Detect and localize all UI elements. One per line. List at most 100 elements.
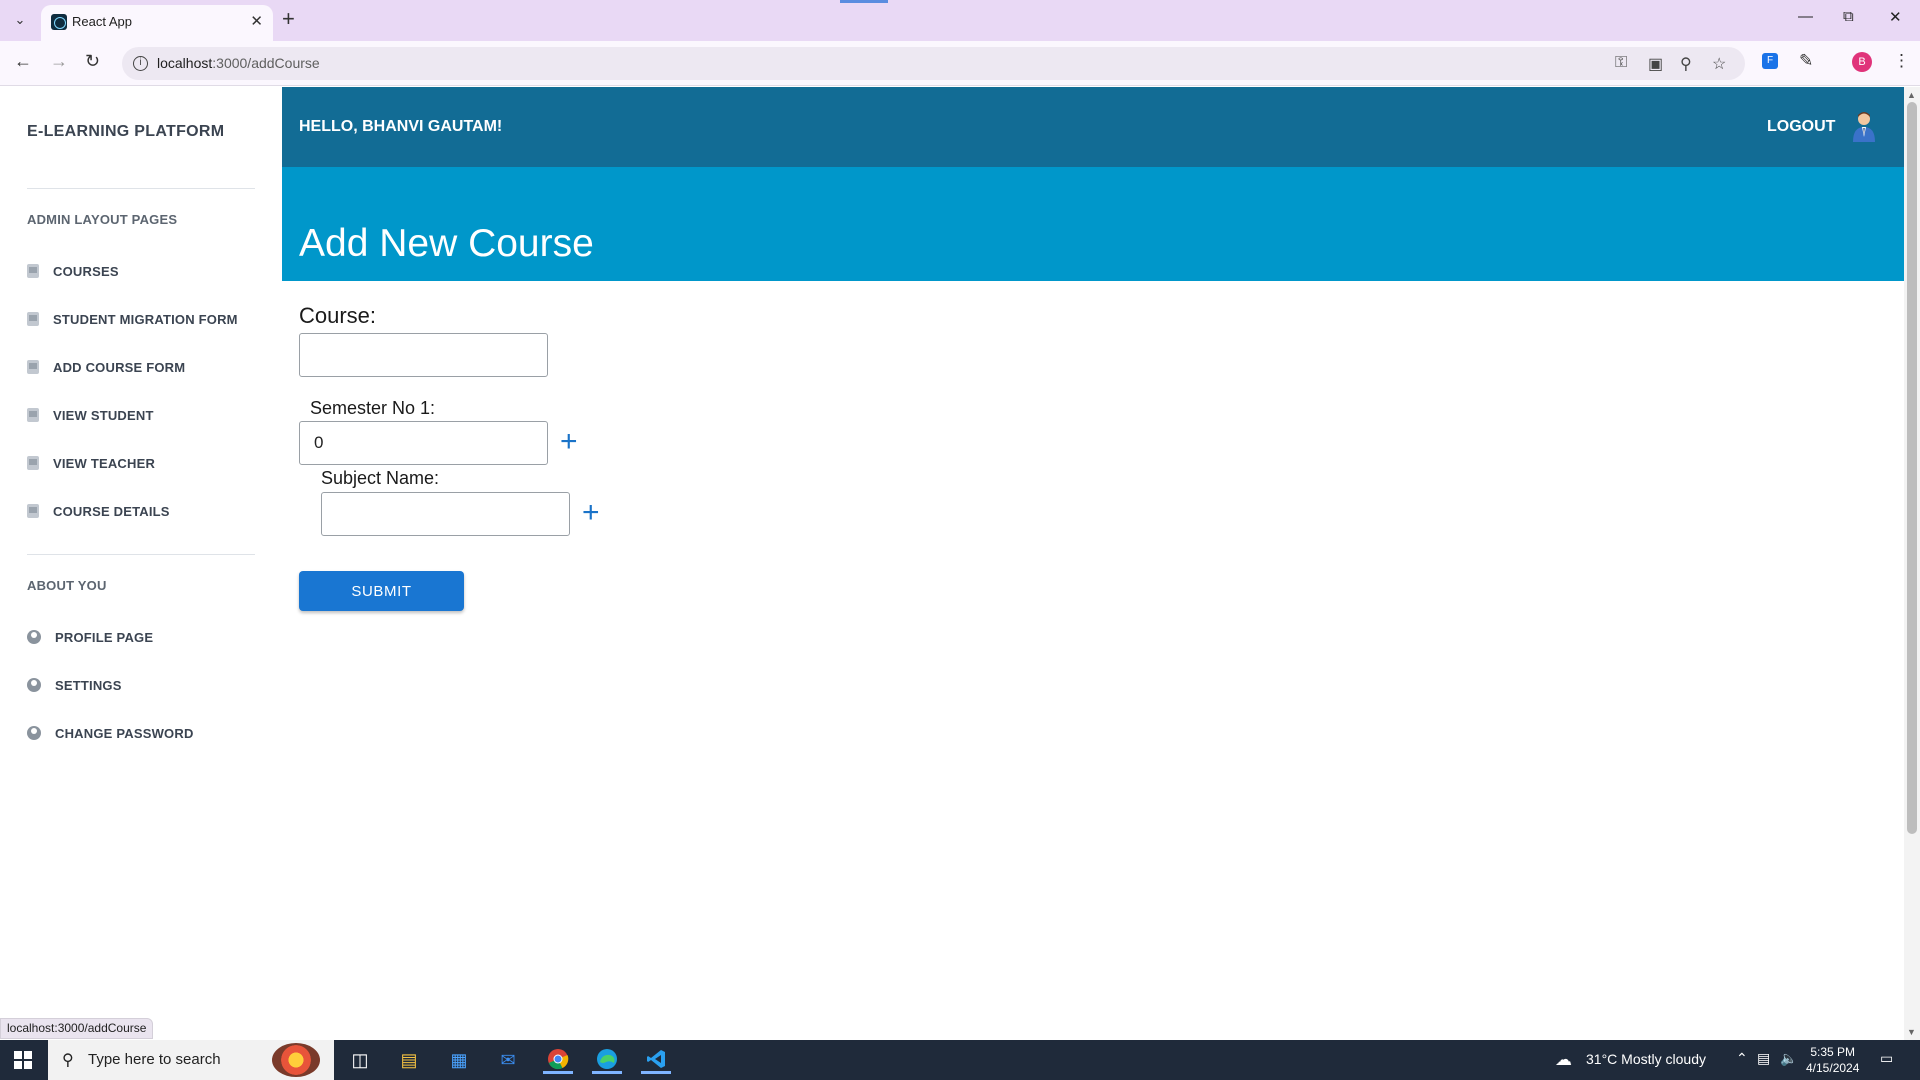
volume-icon[interactable]: 🔈: [1780, 1050, 1797, 1067]
sidebar-item-view-student[interactable]: VIEW STUDENT: [27, 404, 154, 426]
browser-tab[interactable]: React App ✕: [41, 5, 273, 41]
reload-icon[interactable]: ↻: [85, 51, 100, 72]
back-icon[interactable]: ←: [14, 51, 32, 72]
document-icon: [27, 264, 39, 278]
file-explorer-icon[interactable]: ▤: [394, 1046, 424, 1074]
scroll-down-icon[interactable]: ▼: [1907, 1027, 1916, 1037]
windows-start-icon[interactable]: [14, 1051, 32, 1069]
sidebar-item-label: STUDENT MIGRATION FORM: [53, 311, 238, 327]
minimize-icon[interactable]: —: [1798, 8, 1813, 25]
brand-title[interactable]: E-LEARNING PLATFORM: [27, 123, 224, 141]
about-section-title: ABOUT YOU: [27, 578, 107, 593]
sidebar-divider: [27, 188, 255, 189]
scrollbar-thumb[interactable]: [1907, 102, 1917, 834]
sidebar-item-label: COURSE DETAILS: [53, 503, 170, 519]
password-key-icon[interactable]: ⚿: [1615, 54, 1627, 72]
sidebar-item-add-course-form[interactable]: ADD COURSE FORM: [27, 356, 185, 378]
weather-cloud-icon[interactable]: ☁: [1555, 1050, 1572, 1070]
sidebar-divider: [27, 554, 255, 555]
url-path: :3000/addCourse: [212, 55, 320, 71]
taskbar-search-placeholder: Type here to search: [88, 1051, 221, 1068]
user-avatar-icon[interactable]: [1851, 110, 1877, 142]
window-close-icon[interactable]: ✕: [1889, 8, 1902, 26]
extension-icon[interactable]: F: [1762, 53, 1778, 69]
taskbar-search[interactable]: ⚲ Type here to search: [48, 1040, 334, 1080]
user-circle-icon: [27, 678, 41, 692]
network-icon[interactable]: ▤: [1757, 1050, 1770, 1067]
document-icon: [27, 360, 39, 374]
semester-input[interactable]: [299, 421, 548, 465]
sidebar: E-LEARNING PLATFORM ADMIN LAYOUT PAGES C…: [0, 87, 282, 1040]
sidebar-item-label: PROFILE PAGE: [55, 629, 154, 645]
search-icon: ⚲: [62, 1052, 74, 1069]
course-label: Course:: [299, 303, 377, 328]
microsoft-store-icon[interactable]: ▦: [444, 1046, 474, 1074]
sidebar-item-courses[interactable]: COURSES: [27, 260, 119, 282]
tray-chevron-icon[interactable]: ⌃: [1736, 1050, 1748, 1067]
forward-icon[interactable]: →: [50, 51, 68, 72]
link-status-bar: localhost:3000/addCourse: [0, 1018, 154, 1039]
sidebar-item-label: ADD COURSE FORM: [53, 359, 186, 375]
page-title: Add New Course: [299, 222, 594, 265]
zoom-icon[interactable]: ⚲: [1680, 54, 1692, 74]
semester-label: Semester No 1:: [310, 398, 436, 418]
logout-button[interactable]: LOGOUT: [1767, 118, 1835, 136]
react-favicon-icon: [51, 14, 67, 30]
document-icon: [27, 504, 39, 518]
tab-group-indicator: [840, 0, 888, 3]
install-app-icon[interactable]: ▣: [1648, 54, 1663, 74]
subject-name-label: Subject Name:: [321, 468, 440, 488]
sidebar-item-label: SETTINGS: [55, 677, 122, 693]
url-host: localhost: [157, 55, 213, 71]
clock-time: 5:35 PM: [1810, 1045, 1856, 1059]
address-bar[interactable]: i localhost:3000/addCourse ⚿ ▣ ⚲ ☆: [122, 47, 1745, 80]
profile-avatar[interactable]: B: [1852, 52, 1872, 72]
notification-icon[interactable]: ▭: [1880, 1050, 1893, 1067]
extensions-puzzle-icon[interactable]: ✎: [1799, 51, 1813, 71]
scroll-up-icon[interactable]: ▲: [1907, 90, 1916, 100]
course-input[interactable]: [299, 333, 548, 377]
tab-close-icon[interactable]: ✕: [250, 12, 263, 30]
vscode-icon[interactable]: [641, 1046, 671, 1074]
site-info-icon[interactable]: i: [133, 56, 148, 71]
tab-search-icon[interactable]: ⌄: [8, 8, 32, 32]
sidebar-item-profile-page[interactable]: PROFILE PAGE: [27, 626, 153, 648]
clock-date: 4/15/2024: [1806, 1061, 1860, 1075]
restore-icon[interactable]: ⧉: [1843, 8, 1854, 25]
chrome-logo-icon: [548, 1048, 569, 1069]
subject-name-input[interactable]: [321, 492, 570, 536]
vscode-logo-icon: [647, 1049, 665, 1068]
sidebar-item-course-details[interactable]: COURSE DETAILS: [27, 500, 170, 522]
sidebar-item-student-migration-form[interactable]: STUDENT MIGRATION FORM: [27, 308, 238, 330]
document-icon: [27, 456, 39, 470]
sidebar-item-change-password[interactable]: CHANGE PASSWORD: [27, 722, 194, 744]
sidebar-item-label: VIEW TEACHER: [53, 455, 156, 471]
taskbar-clock[interactable]: 5:35 PM 4/15/2024: [1806, 1044, 1859, 1076]
sidebar-item-label: VIEW STUDENT: [53, 407, 154, 423]
bookmark-star-icon[interactable]: ☆: [1712, 54, 1726, 74]
page-header-banner: Add New Course: [282, 167, 1904, 281]
edge-icon[interactable]: [592, 1046, 622, 1074]
sidebar-item-settings[interactable]: SETTINGS: [27, 674, 122, 696]
admin-section-title: ADMIN LAYOUT PAGES: [27, 212, 178, 227]
search-highlight-icon: [272, 1043, 320, 1077]
task-view-icon[interactable]: ◫: [345, 1046, 375, 1074]
windows-taskbar: ⚲ Type here to search ◫ ▤ ▦ ✉ ☁ 31°C Mos…: [0, 1040, 1920, 1080]
edge-logo-icon: [597, 1048, 617, 1069]
browser-menu-icon[interactable]: ⋮: [1893, 51, 1910, 71]
address-url[interactable]: localhost:3000/addCourse: [157, 55, 320, 71]
user-circle-icon: [27, 726, 41, 740]
submit-button[interactable]: SUBMIT: [299, 571, 464, 611]
chrome-icon[interactable]: [543, 1046, 573, 1074]
document-icon: [27, 408, 39, 422]
new-tab-icon[interactable]: +: [282, 6, 295, 32]
sidebar-item-view-teacher[interactable]: VIEW TEACHER: [27, 452, 155, 474]
add-semester-plus-icon[interactable]: +: [560, 427, 578, 457]
sidebar-item-label: COURSES: [53, 263, 119, 279]
top-navbar: HELLO, BHANVI GAUTAM! LOGOUT: [282, 87, 1904, 167]
add-subject-plus-icon[interactable]: +: [582, 498, 600, 528]
sidebar-item-label: CHANGE PASSWORD: [55, 725, 194, 741]
document-icon: [27, 312, 39, 326]
mail-icon[interactable]: ✉: [493, 1046, 523, 1074]
weather-text[interactable]: 31°C Mostly cloudy: [1586, 1051, 1706, 1067]
